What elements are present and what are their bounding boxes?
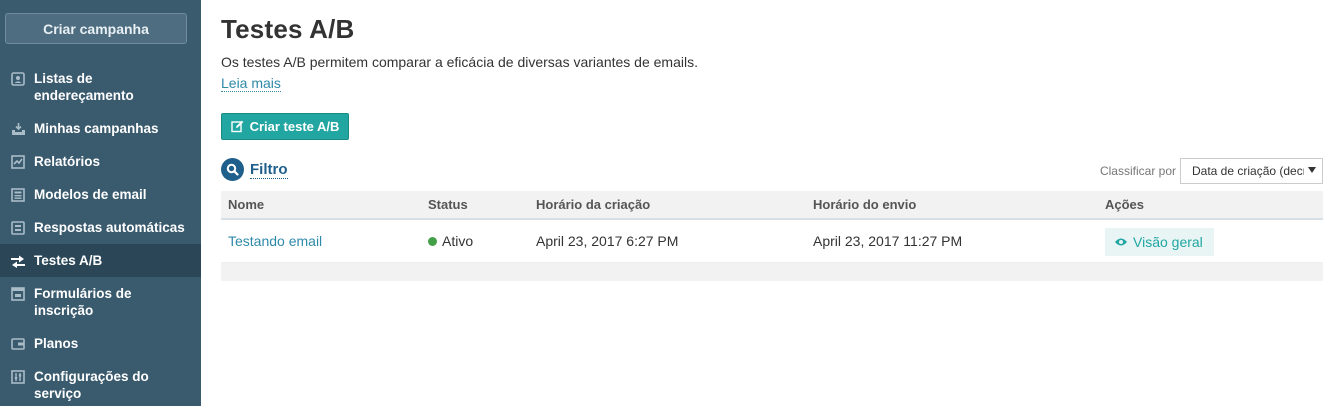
sidebar-item-ab-tests[interactable]: Testes A/B [0, 244, 201, 277]
sidebar-item-mailing-lists[interactable]: Listas de endereçamento [0, 62, 201, 112]
sidebar-item-label: Testes A/B [34, 253, 103, 268]
header-name: Nome [228, 197, 265, 212]
ab-test-icon [10, 253, 26, 269]
page-title: Testes A/B [221, 14, 355, 44]
table-header: Nome Status Horário da criação Horário d… [221, 191, 1323, 220]
sidebar-item-label: Minhas campanhas [34, 121, 159, 136]
sidebar-item-my-campaigns[interactable]: Minhas campanhas [0, 112, 201, 145]
settings-sliders-icon [10, 369, 26, 385]
main-content: Testes A/B Os testes A/B permitem compar… [221, 0, 1323, 406]
overview-label: Visão geral [1133, 234, 1203, 250]
sidebar-item-autoresponders[interactable]: Respostas automáticas [0, 211, 201, 244]
overview-button[interactable]: Visão geral [1105, 228, 1214, 256]
templates-icon [10, 187, 26, 203]
sidebar-item-label: Formulários de inscrição [34, 286, 132, 318]
create-ab-test-label: Criar teste A/B [249, 119, 340, 134]
status-cell: Ativo [428, 233, 473, 249]
table-footer [221, 263, 1323, 281]
sidebar-item-reports[interactable]: Relatórios [0, 145, 201, 178]
create-ab-test-button[interactable]: Criar teste A/B [221, 113, 349, 140]
sidebar-item-label: Respostas automáticas [34, 220, 185, 235]
chevron-down-icon [1308, 167, 1316, 173]
sort-control: Classificar por Data de criação (decr [1100, 158, 1323, 184]
header-sent: Horário do envio [813, 197, 917, 212]
header-created: Horário da criação [536, 197, 651, 212]
sent-time: April 23, 2017 11:27 PM [813, 233, 963, 249]
read-more-link[interactable]: Leia mais [221, 75, 281, 92]
sidebar-item-email-templates[interactable]: Modelos de email [0, 178, 201, 211]
autoresponder-icon [10, 220, 26, 236]
sidebar-item-plans[interactable]: Planos [0, 327, 201, 360]
header-actions: Ações [1105, 197, 1145, 212]
search-icon [221, 158, 244, 181]
wallet-icon [10, 336, 26, 352]
sort-select[interactable]: Data de criação (decr [1180, 158, 1323, 184]
sidebar-item-label: Modelos de email [34, 187, 147, 202]
sidebar-item-label: Planos [34, 336, 79, 351]
table-row: Testando email Ativo April 23, 2017 6:27… [221, 220, 1323, 263]
edit-icon [230, 120, 244, 133]
address-book-icon [10, 71, 26, 87]
sidebar-item-label: Listas de endereçamento [34, 71, 134, 103]
created-time: April 23, 2017 6:27 PM [536, 233, 679, 249]
create-campaign-button[interactable]: Criar campanha [5, 13, 187, 44]
status-active-dot [428, 236, 437, 246]
sort-label: Classificar por [1099, 164, 1176, 178]
ab-tests-table: Nome Status Horário da criação Horário d… [221, 191, 1323, 281]
sidebar-item-signup-forms[interactable]: Formulários de inscrição [0, 277, 201, 327]
form-icon [10, 286, 26, 302]
sort-selected-value: Data de criação (decr [1192, 164, 1304, 178]
filter-toggle[interactable]: Filtro [221, 158, 288, 181]
status-text: Ativo [442, 233, 474, 249]
eye-icon [1114, 237, 1128, 247]
sidebar-item-label: Relatórios [34, 154, 101, 169]
header-status: Status [428, 197, 468, 212]
sidebar-nav: Listas de endereçamento Minhas campanhas… [0, 62, 201, 406]
page-description: Os testes A/B permitem comparar a eficác… [221, 54, 698, 70]
sidebar-item-service-settings[interactable]: Configurações do serviço [0, 360, 201, 406]
test-name-link[interactable]: Testando email [228, 233, 322, 249]
filter-label: Filtro [250, 160, 288, 179]
sidebar-item-label: Configurações do serviço [34, 369, 149, 401]
chart-icon [10, 154, 26, 170]
sidebar: Criar campanha Listas de endereçamento M… [0, 0, 201, 406]
campaigns-icon [10, 121, 26, 137]
